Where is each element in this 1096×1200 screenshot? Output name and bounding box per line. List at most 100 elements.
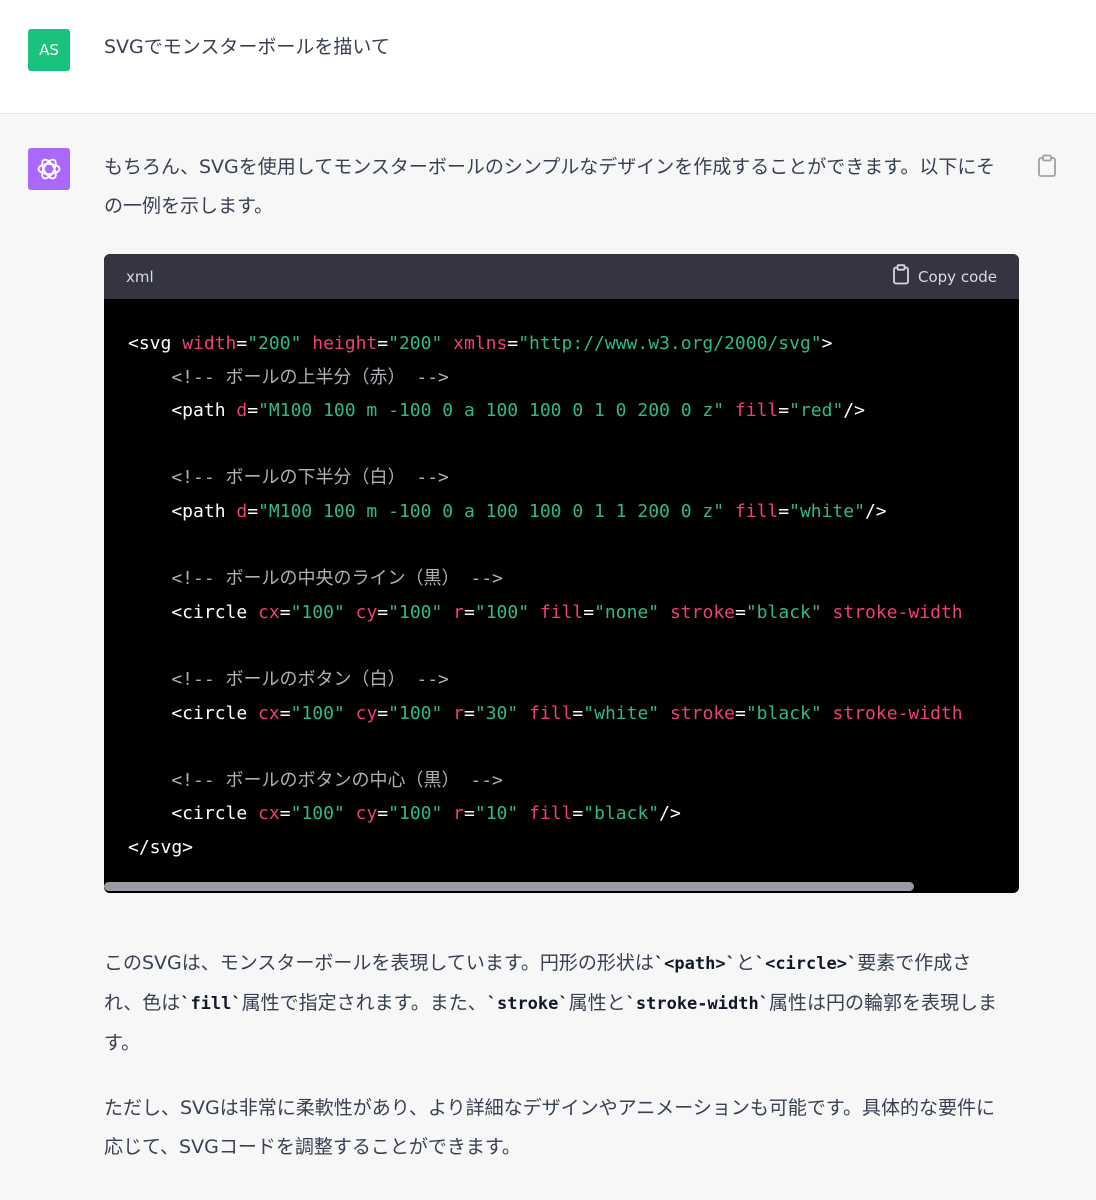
code-token: "black" [745, 601, 822, 623]
code-token: /> [659, 803, 681, 825]
code-token: = [464, 803, 475, 825]
code-token: = [377, 803, 389, 825]
code-token: > [821, 333, 833, 354]
code-token: d [236, 400, 248, 422]
code-token: "10" [474, 803, 519, 825]
code-token: = [583, 601, 595, 623]
code-line: <!-- ボールのボタンの中心（黒） --> [128, 764, 1019, 798]
code-line: <!-- ボールの下半分（白） --> [128, 461, 1019, 495]
code-token: <!-- ボールのボタン（白） --> [128, 668, 449, 690]
code-token: "100" [388, 702, 443, 724]
code-token: cy [355, 702, 378, 724]
horizontal-scrollbar[interactable] [104, 881, 1019, 893]
assistant-message-row: もちろん、SVGを使用してモンスターボールのシンプルなデザインを作成することがで… [0, 114, 1096, 1200]
text-run: 属性と [568, 992, 626, 1014]
code-token: "200" [247, 333, 302, 354]
code-token: "M100 100 m -100 0 a 100 100 0 1 0 200 0… [258, 400, 725, 422]
code-token: = [735, 601, 746, 623]
text-run: と [735, 952, 755, 974]
code-token: r [453, 601, 465, 623]
code-token: stroke-width [832, 702, 963, 724]
code-token: <!-- ボールのボタンの中心（黒） --> [128, 769, 503, 791]
code-token: "black" [745, 702, 822, 724]
copy-code-button[interactable]: Copy code [892, 264, 997, 289]
code-token: "100" [388, 601, 443, 623]
code-token: <circle [128, 702, 259, 724]
code-token: = [247, 400, 259, 422]
code-line: <circle cx="100" cy="100" r="100" fill="… [128, 596, 1019, 630]
code-token: <path [128, 500, 237, 522]
code-token: = [377, 601, 389, 623]
user-avatar: AS [28, 29, 70, 71]
inline-code: `<path>` [653, 954, 736, 974]
inline-code: `stroke` [486, 994, 569, 1014]
code-token: <!-- ボールの上半分（赤） --> [128, 366, 449, 388]
code-line: <circle cx="100" cy="100" r="30" fill="w… [128, 697, 1019, 731]
clipboard-icon[interactable] [1036, 154, 1058, 178]
code-token: <svg [128, 333, 183, 354]
code-token: "white" [583, 702, 660, 724]
code-language-label: xml [126, 267, 154, 286]
code-line: <path d="M100 100 m -100 0 a 100 100 0 1… [128, 394, 1019, 428]
code-line: <circle cx="100" cy="100" r="10" fill="b… [128, 797, 1019, 831]
code-token: "200" [388, 333, 443, 354]
code-token: stroke-width [832, 601, 963, 623]
code-token: fill [539, 601, 584, 623]
code-token: xmlns [453, 333, 508, 354]
openai-logo-icon [28, 148, 70, 190]
code-token: /> [864, 500, 887, 522]
code-token: = [572, 702, 584, 724]
code-token: "30" [474, 702, 519, 724]
code-token: width [182, 333, 237, 354]
code-token: = [735, 702, 746, 724]
code-line: <!-- ボールのボタン（白） --> [128, 663, 1019, 697]
code-token: cx [258, 601, 280, 623]
code-token: fill [734, 500, 779, 522]
code-token: = [247, 500, 259, 522]
code-token: r [453, 803, 465, 825]
code-token: cy [355, 601, 378, 623]
code-token: fill [529, 803, 573, 825]
code-token: = [778, 500, 790, 522]
code-token: "M100 100 m -100 0 a 100 100 0 1 1 200 0… [258, 500, 725, 522]
code-token: d [236, 500, 248, 522]
code-token: fill [734, 400, 779, 422]
code-token: "100" [388, 803, 443, 825]
code-token: <!-- ボールの下半分（白） --> [128, 467, 449, 489]
text-run: このSVGは、モンスターボールを表現しています。円形の形状は [104, 952, 654, 974]
code-token: "http://www.w3.org/2000/svg" [518, 333, 822, 354]
code-token: <!-- ボールの中央のライン（黒） --> [128, 568, 503, 590]
inline-code: `stroke-width` [625, 994, 769, 1014]
code-token: = [279, 803, 291, 825]
user-message-text: SVGでモンスターボールを描いて [104, 36, 390, 58]
code-token: = [464, 601, 475, 623]
code-token: r [453, 702, 465, 724]
scrollbar-thumb[interactable] [104, 882, 914, 891]
text-run: 属性で指定されます。また、 [241, 992, 487, 1014]
assistant-closing-text: ただし、SVGは非常に柔軟性があり、より詳細なデザインやアニメーションも可能です… [104, 1097, 995, 1158]
code-token: = [377, 333, 389, 354]
user-message-row: AS SVGでモンスターボールを描いて [0, 0, 1096, 114]
code-token: stroke [669, 702, 735, 724]
code-token: /> [843, 400, 865, 422]
code-token: = [572, 803, 584, 825]
code-token: "100" [474, 601, 530, 623]
code-token: = [279, 601, 291, 623]
copy-code-label: Copy code [918, 267, 997, 286]
code-line: <!-- ボールの上半分（赤） --> [128, 361, 1019, 395]
